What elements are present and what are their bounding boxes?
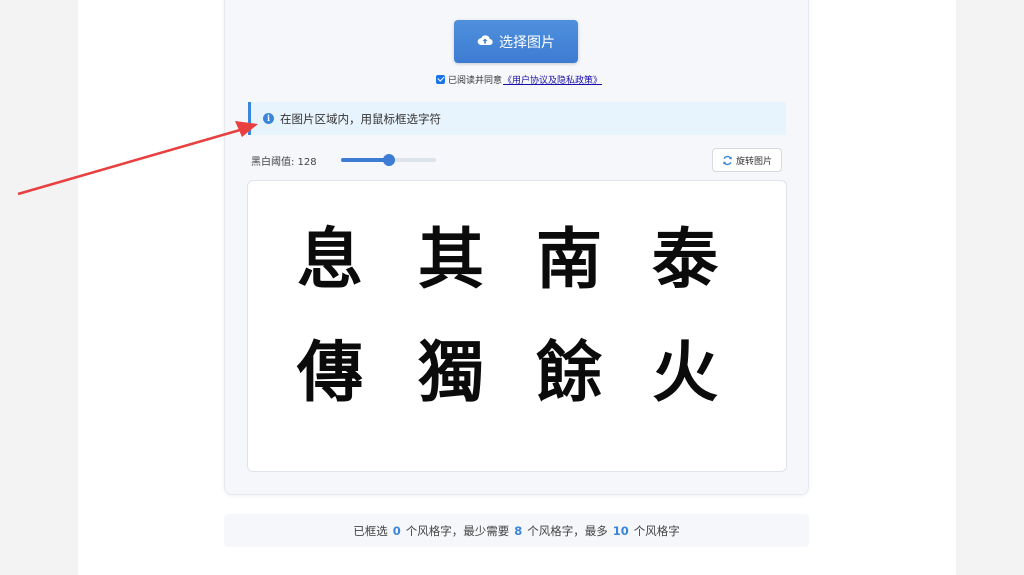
arrow-head <box>235 121 258 137</box>
arrow-shaft <box>17 128 241 196</box>
annotation-arrow <box>17 121 258 196</box>
